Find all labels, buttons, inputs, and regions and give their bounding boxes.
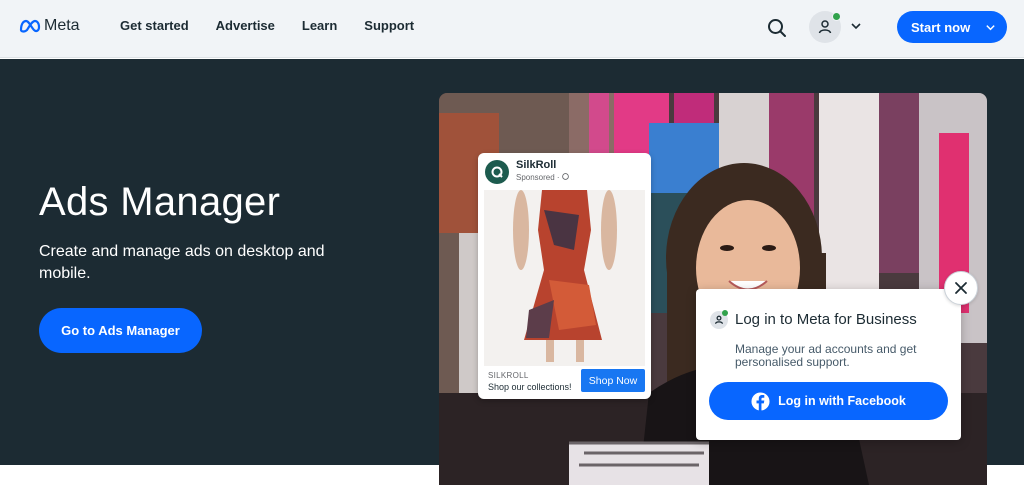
search-icon [768, 19, 786, 37]
nav-learn[interactable]: Learn [302, 18, 337, 33]
meta-logo-icon [19, 19, 41, 33]
login-popup: Log in to Meta for Business Manage your … [696, 289, 961, 440]
chevron-down-icon [851, 23, 861, 30]
sponsored-ad-card: SilkRoll Sponsored · SILKROLL Shop our c… [478, 153, 651, 399]
login-user-icon [710, 310, 728, 329]
top-nav: Meta Get started Advertise Learn Support… [0, 0, 1024, 58]
user-icon [818, 20, 832, 34]
start-now-label: Start now [911, 19, 971, 35]
ad-brand-name: SilkRoll [516, 159, 557, 171]
logo-text: Meta [44, 17, 80, 34]
login-title: Log in to Meta for Business [735, 311, 917, 328]
nav-advertise[interactable]: Advertise [216, 18, 275, 33]
globe-icon [561, 173, 569, 180]
dress-image [484, 190, 645, 366]
facebook-icon [751, 391, 770, 411]
nav-links: Get started Advertise Learn Support [120, 18, 414, 33]
online-status-dot [832, 12, 841, 21]
ad-sponsored-text: Sponsored · [516, 173, 562, 182]
page-title: Ads Manager [39, 180, 281, 224]
meta-logo[interactable]: Meta [19, 17, 80, 35]
ad-product-image [484, 190, 645, 366]
chevron-down-icon [986, 25, 995, 31]
search-button[interactable] [765, 16, 789, 40]
brand-logo-icon [491, 166, 503, 178]
close-popup-button[interactable] [944, 271, 978, 305]
ad-sponsored-label: Sponsored · [516, 173, 569, 182]
login-with-facebook-button[interactable]: Log in with Facebook [709, 382, 948, 420]
login-description: Manage your ad accounts and get personal… [735, 342, 917, 369]
login-with-facebook-label: Log in with Facebook [778, 394, 906, 408]
page-subtitle: Create and manage ads on desktop and mob… [39, 243, 325, 282]
go-to-ads-manager-button[interactable]: Go to Ads Manager [39, 308, 202, 353]
close-icon [955, 282, 967, 294]
shop-now-button[interactable]: Shop Now [581, 369, 645, 392]
start-now-button[interactable]: Start now [897, 11, 1007, 43]
ad-footer-brand: SILKROLL [488, 371, 529, 380]
ad-footer-text: Shop our collections! [488, 382, 572, 392]
nav-support[interactable]: Support [364, 18, 414, 33]
user-icon [714, 315, 724, 325]
nav-get-started[interactable]: Get started [120, 18, 189, 33]
account-menu-button[interactable] [809, 11, 865, 43]
online-status-dot [722, 310, 728, 316]
brand-logo [485, 160, 509, 184]
